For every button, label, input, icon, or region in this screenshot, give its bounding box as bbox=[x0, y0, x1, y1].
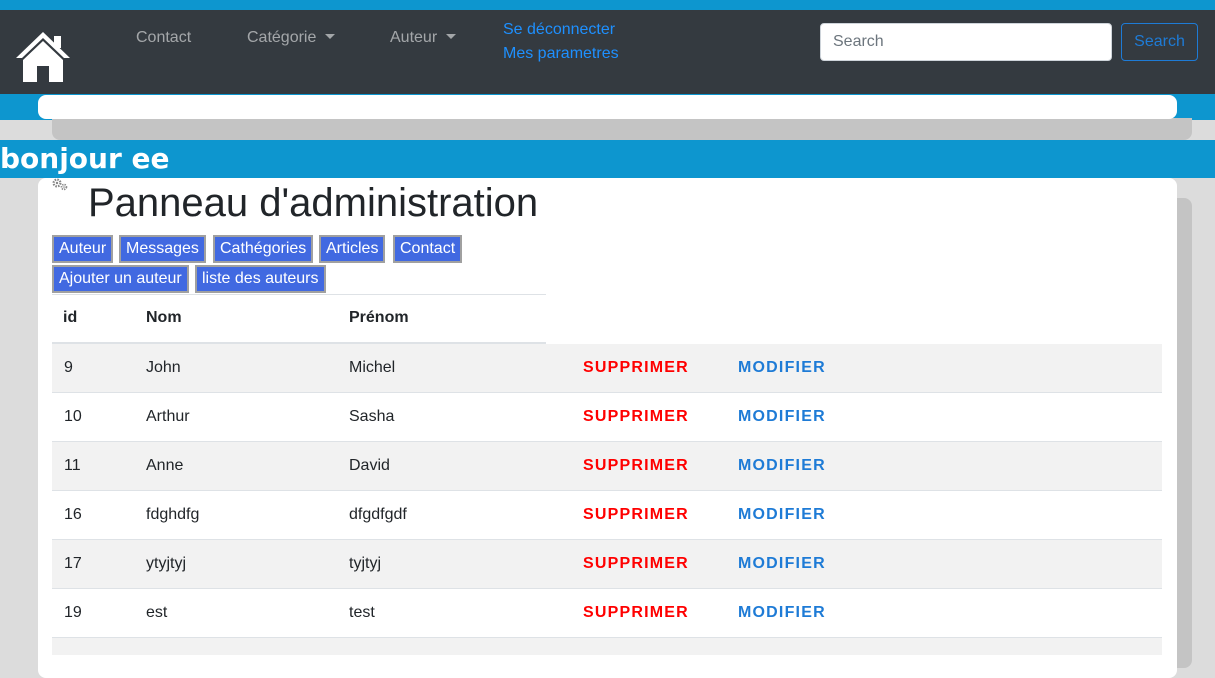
cell-id: 17 bbox=[64, 555, 82, 572]
admin-messages-button[interactable]: Messages bbox=[119, 235, 206, 263]
delete-link[interactable]: SUPPRIMER bbox=[583, 506, 689, 524]
gears-icon bbox=[52, 178, 68, 191]
cell-id: 10 bbox=[64, 408, 82, 425]
table-row: 11 Anne David SUPPRIMER MODIFIER bbox=[52, 442, 1162, 491]
delete-link[interactable]: SUPPRIMER bbox=[583, 604, 689, 622]
navbar: Contact Catégorie Auteur Se déconnecter … bbox=[0, 10, 1215, 94]
delete-link[interactable]: SUPPRIMER bbox=[583, 408, 689, 426]
edit-link[interactable]: MODIFIER bbox=[738, 359, 826, 377]
admin-contact-button[interactable]: Contact bbox=[393, 235, 463, 263]
cell-nom: Arthur bbox=[146, 408, 190, 425]
column-header-prenom: Prénom bbox=[349, 309, 409, 326]
settings-link[interactable]: Mes parametres bbox=[503, 45, 619, 63]
table-top-border bbox=[52, 294, 546, 295]
edit-link[interactable]: MODIFIER bbox=[738, 457, 826, 475]
add-author-button[interactable]: Ajouter un auteur bbox=[52, 265, 189, 293]
cell-id: 11 bbox=[64, 457, 81, 474]
column-header-nom: Nom bbox=[146, 309, 182, 326]
table-row: 17 ytyjtyj tyjtyj SUPPRIMER MODIFIER bbox=[52, 540, 1162, 589]
cell-nom: est bbox=[146, 604, 168, 621]
cell-id: 9 bbox=[64, 359, 73, 376]
edit-link[interactable]: MODIFIER bbox=[738, 555, 826, 573]
nav-dropdown-categorie[interactable]: Catégorie bbox=[247, 29, 336, 47]
admin-articles-button[interactable]: Articles bbox=[319, 235, 386, 263]
cell-prenom: Michel bbox=[349, 359, 396, 376]
cell-prenom: David bbox=[349, 457, 390, 474]
column-header-id: id bbox=[63, 309, 78, 326]
greeting-text: bonjour ee bbox=[0, 142, 170, 175]
nav-dropdown-auteur-label: Auteur bbox=[390, 29, 438, 46]
nav-dropdown-categorie-label: Catégorie bbox=[247, 29, 317, 46]
home-icon[interactable] bbox=[14, 28, 72, 86]
cell-id: 19 bbox=[64, 604, 82, 621]
author-list-button[interactable]: liste des auteurs bbox=[195, 265, 326, 293]
table-row: 9 John Michel SUPPRIMER MODIFIER bbox=[52, 344, 1162, 393]
cell-prenom: Sasha bbox=[349, 408, 395, 425]
nav-dropdown-auteur[interactable]: Auteur bbox=[390, 29, 457, 47]
banner-pill bbox=[38, 95, 1177, 119]
banner-shadow bbox=[52, 118, 1192, 140]
cell-nom: fdghdfg bbox=[146, 506, 200, 523]
edit-link[interactable]: MODIFIER bbox=[738, 506, 826, 524]
cell-nom: John bbox=[146, 359, 181, 376]
cell-prenom: tyjtyj bbox=[349, 555, 381, 572]
delete-link[interactable]: SUPPRIMER bbox=[583, 555, 689, 573]
admin-auteur-button[interactable]: Auteur bbox=[52, 235, 114, 263]
table-row-partial bbox=[52, 638, 1162, 655]
cell-prenom: test bbox=[349, 604, 375, 621]
table-row: 16 fdghdfg dfgdfgdf SUPPRIMER MODIFIER bbox=[52, 491, 1162, 540]
chevron-down-icon bbox=[446, 34, 457, 39]
search-button[interactable]: Search bbox=[1121, 23, 1198, 61]
delete-link[interactable]: SUPPRIMER bbox=[583, 457, 689, 475]
cell-nom: Anne bbox=[146, 457, 184, 474]
search-input[interactable] bbox=[820, 23, 1112, 61]
greeting-band bbox=[0, 140, 1215, 178]
edit-link[interactable]: MODIFIER bbox=[738, 408, 826, 426]
delete-link[interactable]: SUPPRIMER bbox=[583, 359, 689, 377]
top-accent-bar bbox=[0, 0, 1215, 10]
admin-categories-button[interactable]: Cathégories bbox=[213, 235, 314, 263]
chevron-down-icon bbox=[325, 34, 336, 39]
table-row: 19 est test SUPPRIMER MODIFIER bbox=[52, 589, 1162, 638]
nav-link-contact[interactable]: Contact bbox=[136, 29, 191, 47]
edit-link[interactable]: MODIFIER bbox=[738, 604, 826, 622]
cell-nom: ytyjtyj bbox=[146, 555, 186, 572]
table-row: 10 Arthur Sasha SUPPRIMER MODIFIER bbox=[52, 393, 1162, 442]
logout-link[interactable]: Se déconnecter bbox=[503, 21, 615, 39]
cell-prenom: dfgdfgdf bbox=[349, 506, 407, 523]
cell-id: 16 bbox=[64, 506, 82, 523]
page-title: Panneau d'administration bbox=[88, 181, 539, 225]
